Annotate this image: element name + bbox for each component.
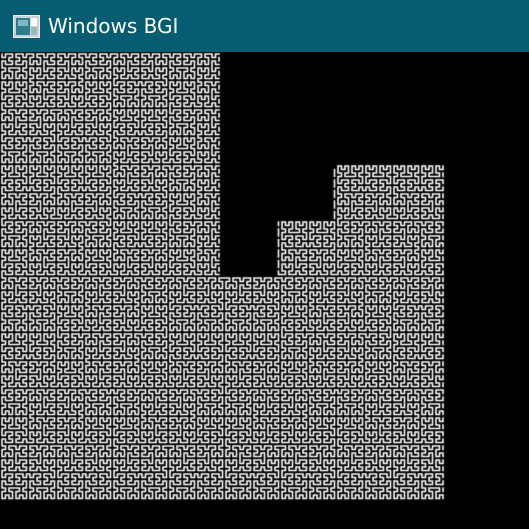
bgi-window-icon — [13, 14, 40, 38]
window-title: Windows BGI — [48, 14, 179, 38]
bgi-window: Windows BGI — [0, 0, 529, 529]
graphics-canvas[interactable] — [0, 52, 529, 529]
title-bar[interactable]: Windows BGI — [0, 0, 529, 52]
